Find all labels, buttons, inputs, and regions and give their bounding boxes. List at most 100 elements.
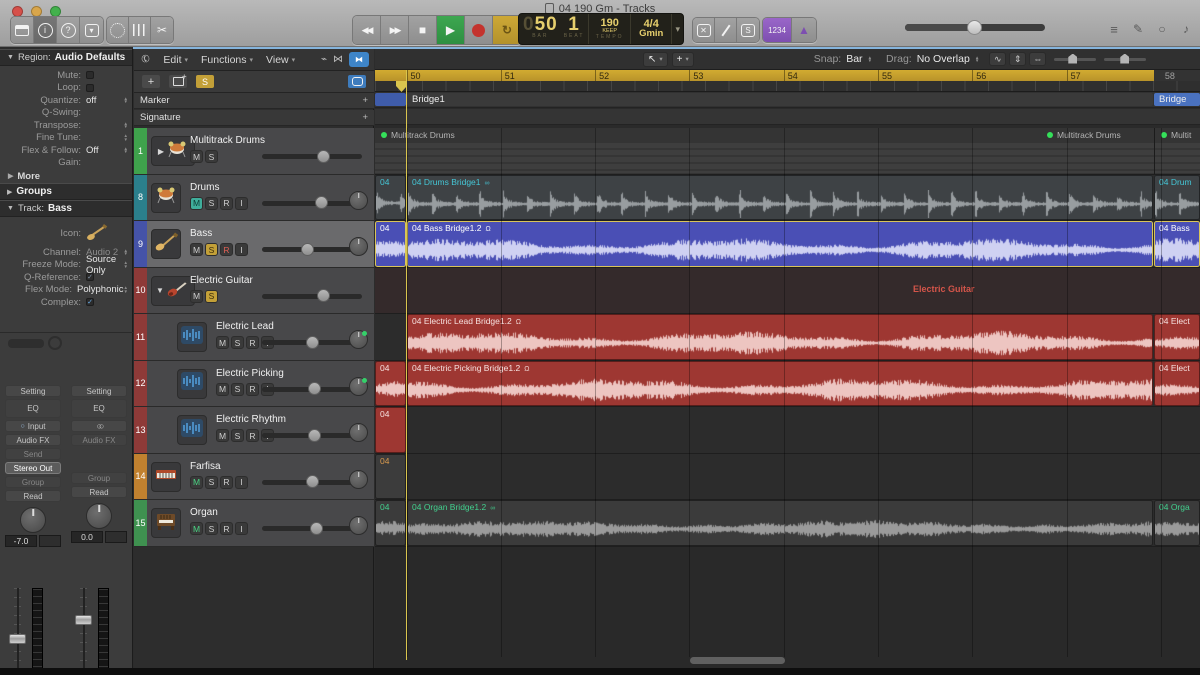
input-monitor-button[interactable]: I (235, 476, 248, 489)
Group-button[interactable]: Group (71, 472, 127, 484)
mute-button[interactable]: M (216, 336, 229, 349)
mixer-button[interactable] (129, 17, 151, 43)
fader-track[interactable] (14, 588, 21, 675)
track-name[interactable]: Electric Rhythm (216, 414, 286, 425)
audio-region-clip[interactable]: 04 (375, 175, 406, 221)
add-track-button[interactable]: + (141, 74, 161, 89)
master-volume-thumb[interactable] (967, 20, 982, 35)
track-volume-thumb[interactable] (317, 289, 330, 302)
stack-region-label[interactable]: Multit (1161, 130, 1191, 140)
checkbox-checked[interactable]: ✓ (86, 273, 94, 281)
apple-loops-button[interactable]: ○ (1150, 16, 1174, 42)
flex-button[interactable]: ⧓ (349, 52, 369, 67)
replace-button[interactable]: ✕ (693, 18, 715, 42)
track-header-farfisa[interactable]: 14FarfisaMSRI (134, 454, 374, 501)
pan-knob[interactable] (20, 507, 46, 533)
audio-region-clip[interactable]: 04 (375, 361, 406, 407)
region-inspector-header[interactable]: ▼ Region:Audio Defaults (0, 49, 132, 66)
track-name[interactable]: Organ (190, 507, 218, 518)
mute-button[interactable]: M (216, 429, 229, 442)
track-icon-box[interactable] (151, 462, 181, 492)
catch-playhead-icon[interactable]: ✆ (139, 53, 152, 67)
marker-region-partial[interactable] (375, 93, 406, 106)
track-volume-slider[interactable] (262, 201, 362, 206)
track-solo-button[interactable]: S (195, 74, 215, 89)
param-value[interactable]: Polyphonic▲▼ (77, 284, 132, 295)
library-button[interactable] (11, 17, 34, 43)
command-click-tool-menu[interactable]: +▾ (672, 52, 694, 67)
track-name[interactable]: Electric Guitar (190, 275, 253, 286)
smart-controls-button[interactable] (107, 17, 129, 43)
track-header-config-button[interactable] (347, 74, 367, 89)
mute-button[interactable]: M (190, 243, 203, 256)
track-volume-slider[interactable] (262, 247, 362, 252)
marker-region-bridge-right[interactable]: Bridge (1154, 93, 1200, 106)
param-value[interactable]: Off▲▼ (86, 145, 132, 156)
Group-button[interactable]: Group (5, 476, 61, 488)
audio-region-clip[interactable]: 04 (375, 500, 406, 546)
Setting-button[interactable]: Setting (5, 385, 61, 397)
EQ-button[interactable]: EQ (5, 399, 61, 418)
track-header-electric-guitar[interactable]: 10▼Electric GuitarMS (134, 268, 374, 315)
rewind-button[interactable]: ◀◀ (353, 16, 381, 44)
param-value[interactable] (86, 84, 132, 92)
track-volume-thumb[interactable] (306, 475, 319, 488)
input-monitor-button[interactable]: I (235, 197, 248, 210)
mini-volume-slider[interactable] (8, 339, 44, 348)
stack-region-label[interactable]: Multitrack Drums (381, 130, 455, 140)
track-icon-box[interactable] (177, 322, 207, 352)
track-pan-knob[interactable] (349, 516, 368, 535)
stepper-icon[interactable]: ▲▼ (124, 122, 128, 129)
stepper-icon[interactable]: ▲▼ (124, 286, 128, 293)
horizontal-scrollbar[interactable] (690, 657, 785, 664)
track-name[interactable]: Electric Picking (216, 368, 284, 379)
lcd-display[interactable]: 050BAR 1BEAT 190 KEEP TEMPO 4/4 Gmin ▾ (518, 13, 684, 45)
track-pan-knob[interactable] (349, 191, 368, 210)
solo-button[interactable]: S (205, 150, 218, 163)
param-value[interactable]: ✓ (86, 298, 132, 306)
track-name[interactable]: Farfisa (190, 461, 221, 472)
waveform-zoom-button[interactable]: ∿ (989, 52, 1006, 66)
solo-button[interactable]: S (205, 243, 218, 256)
track-volume-thumb[interactable] (308, 429, 321, 442)
Setting-button[interactable]: Setting (71, 385, 127, 397)
record-enable-button[interactable]: R (220, 197, 233, 210)
track-header-organ[interactable]: 15OrganMSRI (134, 500, 374, 547)
stereo-button[interactable]: ○○ (71, 420, 127, 432)
track-volume-thumb[interactable] (310, 522, 323, 535)
vertical-zoom-thumb[interactable] (1068, 54, 1077, 64)
track-header-electric-picking[interactable]: 12Electric PickingMSRI (134, 361, 374, 408)
snap-stepper[interactable]: ▲▼ (868, 56, 872, 62)
track-volume-thumb[interactable] (317, 150, 330, 163)
bar-ruler[interactable]: 505152535455565758 (375, 70, 1200, 92)
stepper-icon[interactable]: ▲▼ (124, 261, 128, 268)
track-volume-thumb[interactable] (308, 382, 321, 395)
track-volume-slider[interactable] (262, 433, 362, 438)
vertical-zoom-button[interactable]: ⇕ (1009, 52, 1026, 66)
track-inspector-header[interactable]: ▼ Track:Bass (0, 200, 132, 217)
mini-pan-knob[interactable] (48, 336, 62, 350)
track-volume-thumb[interactable] (315, 196, 328, 209)
browsers-button[interactable]: ♪ (1174, 16, 1198, 42)
split-tool-icon[interactable]: ⋈ (333, 54, 343, 65)
record-enable-button[interactable]: R (220, 476, 233, 489)
cycle-region[interactable] (375, 70, 1154, 81)
track-pan-knob[interactable] (349, 470, 368, 489)
metronome-button[interactable]: ▲ (792, 18, 816, 42)
record-enable-button[interactable]: R (246, 336, 259, 349)
solo-button[interactable]: S (205, 476, 218, 489)
param-value[interactable]: ▲▼ (86, 122, 132, 129)
region-more-row[interactable]: ▶More (0, 169, 132, 183)
volume-value[interactable]: -7.0 (5, 535, 37, 547)
audio-region-main[interactable]: 04 Drums Bridge1∞ (407, 175, 1153, 221)
audio-region-main[interactable]: 04 Electric Picking Bridge1.2Ω (407, 361, 1153, 407)
signature-lane[interactable] (375, 109, 1200, 125)
audio-region-main[interactable]: 04 Bass Bridge1.2Ω (407, 221, 1153, 267)
marker-region-bridge1[interactable]: Bridge1 (407, 93, 1153, 106)
stepper-icon[interactable]: ▲▼ (124, 134, 128, 141)
playhead[interactable] (406, 70, 408, 660)
Input-button[interactable]: ○Input (5, 420, 61, 432)
record-enable-button[interactable]: R (246, 429, 259, 442)
duplicate-track-button[interactable] (168, 74, 188, 89)
Read-button[interactable]: Read (71, 486, 127, 498)
